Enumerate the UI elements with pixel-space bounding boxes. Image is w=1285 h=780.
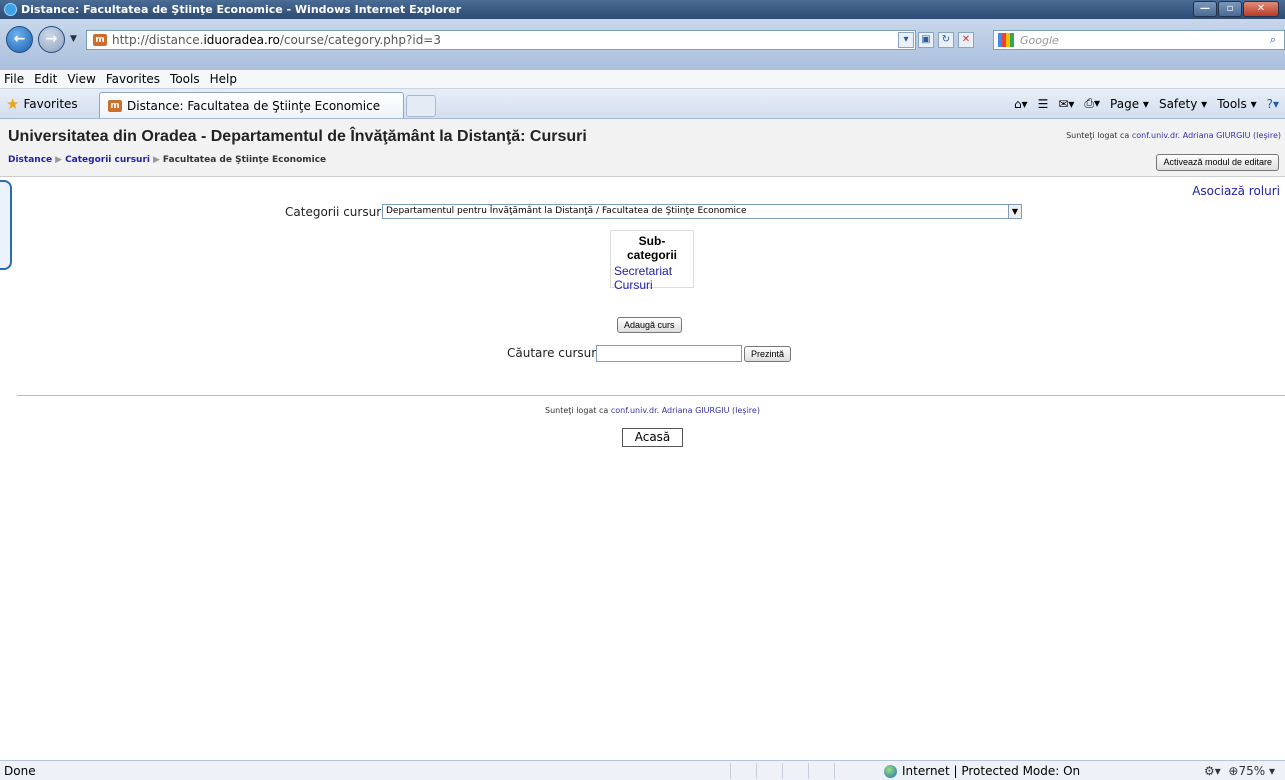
page-title: Universitatea din Oradea - Departamentul…	[8, 128, 587, 145]
add-course-button[interactable]: Adaugă curs	[617, 317, 682, 333]
forward-button[interactable]: →	[38, 26, 65, 53]
subcategories-heading: Sub-categorii	[626, 234, 677, 262]
zoom-icon: ⊕	[1228, 764, 1239, 778]
moodle-favicon-icon: m	[93, 34, 107, 46]
menu-favorites[interactable]: Favorites	[106, 72, 160, 86]
subcategory-cursuri[interactable]: Cursuri	[614, 278, 690, 292]
feeds-icon[interactable]: ☰	[1038, 97, 1049, 111]
menu-bar: File Edit View Favorites Tools Help	[0, 70, 1285, 89]
logout-link[interactable]: (Ieşire)	[1253, 131, 1281, 140]
menu-tools[interactable]: Tools	[170, 72, 200, 86]
maximize-button[interactable]: ▫	[1218, 1, 1242, 17]
window-title-bar: Distance: Facultatea de Ştiinţe Economic…	[0, 0, 1285, 19]
compatibility-view-icon[interactable]: ▣	[918, 32, 934, 48]
search-courses-button[interactable]: Prezintă	[744, 346, 792, 362]
menu-edit[interactable]: Edit	[34, 72, 57, 86]
history-dropdown-icon[interactable]: ▼	[70, 34, 77, 44]
address-row: ← → ▼ m http://distance. iduoradea.ro/cou…	[0, 19, 1285, 70]
login-info: Sunteţi logat ca conf.univ.dr. Adriana G…	[1066, 131, 1281, 140]
favorites-button[interactable]: ★ Favorites	[6, 95, 78, 113]
menu-help[interactable]: Help	[210, 72, 237, 86]
footer-login-prefix: Sunteţi logat ca	[545, 406, 609, 415]
stop-icon[interactable]: ✕	[958, 32, 974, 48]
side-panel-handle[interactable]	[0, 180, 12, 270]
url-path: /course/category.php?id=3	[279, 33, 441, 47]
footer-login-info: Sunteţi logat ca conf.univ.dr. Adriana G…	[0, 406, 1285, 415]
footer-user-link[interactable]: conf.univ.dr. Adriana GIURGIU	[611, 406, 730, 415]
mail-icon[interactable]: ✉▾	[1058, 97, 1074, 111]
favorites-label: Favorites	[23, 97, 78, 111]
refresh-icon[interactable]: ↻	[938, 32, 954, 48]
url-prefix: http://distance.	[112, 33, 204, 47]
home-button[interactable]: Acasă	[622, 428, 683, 447]
tab-title: Distance: Facultatea de Ştiinţe Economic…	[127, 98, 381, 113]
globe-icon	[884, 764, 897, 778]
subcategory-secretariat[interactable]: Secretariat	[614, 264, 690, 278]
command-tools-label: Tools	[1217, 96, 1247, 111]
url-host: iduoradea.ro	[203, 33, 280, 47]
zoom-control[interactable]: ⚙▾ ⊕75% ▾	[1204, 764, 1275, 778]
home-icon[interactable]: ⌂▾	[1014, 97, 1028, 111]
status-text: Done	[4, 763, 36, 778]
search-icon[interactable]: ⌕	[1270, 33, 1276, 47]
command-page[interactable]: Page ▾	[1110, 97, 1149, 111]
assign-roles-link[interactable]: Asociază roluri	[1192, 184, 1280, 198]
breadcrumb-separator-icon: ▶	[152, 155, 160, 165]
breadcrumb-separator-icon: ▶	[55, 155, 63, 165]
address-bar[interactable]: m http://distance. iduoradea.ro/course/ca…	[86, 30, 916, 50]
favorites-star-icon: ★	[6, 95, 20, 113]
footer-logout-link[interactable]: (Ieşire)	[732, 406, 760, 415]
category-select[interactable]: Departamentul pentru Învăţământ la Dista…	[382, 204, 1022, 219]
search-courses-input[interactable]	[596, 345, 742, 362]
zone-text: Internet | Protected Mode: On	[902, 764, 1081, 778]
browser-tab[interactable]: m Distance: Facultatea de Ştiinţe Econom…	[99, 92, 404, 118]
menu-view[interactable]: View	[67, 72, 95, 86]
ie-logo-icon	[4, 3, 17, 16]
address-dropdown-icon[interactable]: ▾	[898, 32, 914, 48]
zoom-level: 75%	[1238, 764, 1266, 778]
category-selected-value: Departamentul pentru Învăţământ la Dista…	[386, 206, 747, 216]
print-icon[interactable]: ⎙▾	[1084, 96, 1100, 111]
window-controls: — ▫ ✕	[1193, 1, 1279, 17]
menu-file[interactable]: File	[4, 72, 24, 86]
window-title: Distance: Facultatea de Ştiinţe Economic…	[21, 3, 462, 16]
back-button[interactable]: ←	[6, 26, 33, 53]
subcategories-box: Sub-categorii Secretariat Cursuri	[610, 230, 694, 292]
status-bar: Done Internet | Protected Mode: On ⚙▾ ⊕7…	[0, 760, 1285, 780]
user-link[interactable]: conf.univ.dr. Adriana GIURGIU	[1132, 131, 1251, 140]
tab-favicon-icon: m	[108, 99, 122, 112]
breadcrumb-distance[interactable]: Distance	[8, 155, 52, 165]
command-bar: ⌂▾ ☰ ✉▾ ⎙▾ Page ▾ Safety ▾ Tools ▾ ?▾	[1014, 96, 1279, 111]
google-logo-icon	[998, 33, 1014, 47]
breadcrumb-categories[interactable]: Categorii cursuri	[65, 155, 150, 165]
close-window-button[interactable]: ✕	[1243, 1, 1279, 17]
address-tools: ▾ ▣ ↻ ✕	[898, 32, 974, 48]
search-placeholder: Google	[1020, 33, 1059, 47]
new-tab-button[interactable]	[406, 95, 436, 117]
command-safety-label: Safety	[1158, 96, 1198, 111]
help-icon[interactable]: ?▾	[1267, 97, 1279, 111]
category-label: Categorii cursuri:	[285, 205, 389, 219]
breadcrumb-current: Facultatea de Ştiinţe Economice	[162, 155, 327, 165]
favorites-bar: ★ Favorites m Distance: Facultatea de Şt…	[0, 89, 1285, 119]
command-tools[interactable]: Tools ▾	[1217, 97, 1256, 111]
search-courses-label: Căutare cursuri:	[507, 346, 604, 360]
login-prefix: Sunteţi logat ca	[1066, 131, 1130, 140]
minimize-button[interactable]: —	[1193, 1, 1217, 17]
breadcrumb: Distance ▶ Categorii cursuri ▶ Facultatea de…	[8, 155, 326, 165]
chevron-down-icon[interactable]: ▼	[1008, 205, 1021, 218]
security-zone[interactable]: Internet | Protected Mode: On	[884, 764, 1080, 778]
page-header: Universitatea din Oradea - Departamentul…	[0, 119, 1285, 177]
search-box[interactable]: Google ⌕	[993, 30, 1285, 50]
command-safety[interactable]: Safety ▾	[1159, 97, 1207, 111]
status-cells	[730, 763, 860, 779]
command-page-label: Page	[1110, 96, 1140, 111]
edit-mode-button[interactable]: Activează modul de editare	[1156, 154, 1279, 171]
footer-divider	[17, 395, 1285, 396]
